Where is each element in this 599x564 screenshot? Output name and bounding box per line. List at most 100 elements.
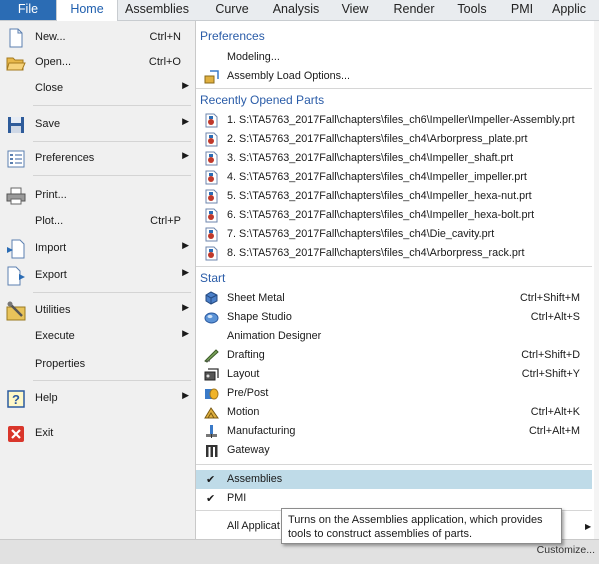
menu-item-execute[interactable]: Execute ▶	[0, 325, 195, 349]
menu-item-label: Save	[35, 118, 61, 130]
help-icon: ?	[7, 390, 25, 408]
menu-item-label: Exit	[35, 427, 54, 439]
ribbon-tab-bar: File Home Assemblies Curve Analysis View…	[0, 0, 599, 21]
start-item-pre-post[interactable]: Pre/Post	[196, 384, 592, 403]
menu-item-close[interactable]: Close ▶	[0, 77, 195, 101]
recent-part-path: 1. S:\TA5763_2017Fall\chapters\files_ch6…	[227, 114, 575, 126]
submenu-arrow-icon: ▶	[182, 80, 189, 90]
part-file-icon	[205, 151, 218, 166]
menu-item-print[interactable]: Print...	[0, 184, 195, 208]
menu-item-label: New...	[35, 31, 66, 43]
menu-item-new[interactable]: New... Ctrl+N	[0, 26, 195, 50]
start-item-motion[interactable]: Motion Ctrl+Alt+K	[196, 403, 592, 422]
menu-separator	[33, 105, 191, 106]
start-item-sheet-metal[interactable]: Sheet Metal Ctrl+Shift+M	[196, 289, 592, 308]
start-item-shortcut: Ctrl+Alt+M	[529, 425, 580, 437]
start-item-shape-studio[interactable]: Shape Studio Ctrl+Alt+S	[196, 308, 592, 327]
menu-item-properties[interactable]: Properties	[0, 353, 195, 377]
menu-separator	[33, 292, 191, 293]
tab-pmi[interactable]: PMI	[505, 0, 539, 20]
recent-part-item[interactable]: 2. S:\TA5763_2017Fall\chapters\files_ch4…	[196, 130, 592, 149]
pre-post-icon	[205, 388, 219, 400]
app-item-assemblies[interactable]: ✔ Assemblies	[196, 470, 592, 489]
recent-part-item[interactable]: 3. S:\TA5763_2017Fall\chapters\files_ch4…	[196, 149, 592, 168]
menu-item-import[interactable]: Import ▶	[0, 237, 195, 261]
menu-item-label: Plot...	[35, 215, 64, 227]
app-item-label: All Applicat	[227, 520, 280, 532]
start-item-label: Sheet Metal	[227, 292, 285, 304]
part-file-icon	[205, 246, 218, 261]
import-icon	[7, 239, 25, 259]
file-menu-right-pane: Preferences Modeling... Assembly Load Op…	[196, 21, 599, 539]
recent-part-item[interactable]: 4. S:\TA5763_2017Fall\chapters\files_ch4…	[196, 168, 592, 187]
menu-item-label: Utilities	[35, 304, 71, 316]
recent-part-path: 3. S:\TA5763_2017Fall\chapters\files_ch4…	[227, 152, 514, 164]
section-divider	[196, 266, 592, 267]
recent-part-path: 7. S:\TA5763_2017Fall\chapters\files_ch4…	[227, 228, 495, 240]
tab-render[interactable]: Render	[385, 0, 443, 20]
menu-item-label: Help	[35, 392, 58, 404]
recent-part-item[interactable]: 6. S:\TA5763_2017Fall\chapters\files_ch4…	[196, 206, 592, 225]
svg-text:?: ?	[12, 392, 20, 407]
start-item-layout[interactable]: Layout Ctrl+Shift+Y	[196, 365, 592, 384]
open-folder-icon	[6, 57, 26, 71]
tab-assemblies[interactable]: Assemblies	[118, 0, 196, 20]
start-item-label: Manufacturing	[227, 425, 296, 437]
tab-file[interactable]: File	[0, 0, 56, 20]
tab-home[interactable]: Home	[56, 0, 118, 21]
drafting-icon	[204, 349, 219, 363]
submenu-arrow-icon: ▶	[182, 267, 189, 277]
menu-item-shortcut: Ctrl+N	[149, 31, 181, 43]
tooltip: Turns on the Assemblies application, whi…	[281, 508, 562, 544]
menu-item-export[interactable]: Export ▶	[0, 264, 195, 288]
section-heading-recent-parts: Recently Opened Parts	[200, 93, 325, 107]
start-item-shortcut: Ctrl+Shift+Y	[521, 368, 580, 380]
pref-item-assembly-load-options[interactable]: Assembly Load Options...	[196, 67, 592, 86]
tab-applications[interactable]: Applic	[552, 0, 599, 20]
part-file-icon	[205, 227, 218, 242]
section-divider	[196, 88, 592, 89]
start-item-shortcut: Ctrl+Alt+S	[530, 311, 580, 323]
part-file-icon	[205, 132, 218, 147]
tab-analysis[interactable]: Analysis	[264, 0, 328, 20]
tab-curve[interactable]: Curve	[204, 0, 260, 20]
pref-item-modeling[interactable]: Modeling...	[196, 48, 592, 67]
menu-item-save[interactable]: Save ▶	[0, 113, 195, 137]
recent-part-path: 4. S:\TA5763_2017Fall\chapters\files_ch4…	[227, 171, 527, 183]
recent-part-item[interactable]: 7. S:\TA5763_2017Fall\chapters\files_ch4…	[196, 225, 592, 244]
start-item-shortcut: Ctrl+Shift+D	[521, 349, 580, 361]
tooltip-line: tools to construct assemblies of parts.	[288, 528, 473, 540]
preferences-icon	[7, 150, 25, 168]
tab-view[interactable]: View	[333, 0, 377, 20]
vertical-scrollbar[interactable]	[594, 21, 599, 539]
start-item-gateway[interactable]: Gateway	[196, 441, 592, 460]
menu-item-label: Import	[35, 242, 67, 254]
menu-item-utilities[interactable]: Utilities ▶	[0, 299, 195, 323]
start-item-animation-designer[interactable]: Animation Designer	[196, 327, 592, 346]
part-file-icon	[205, 113, 218, 128]
layout-icon	[204, 368, 219, 381]
menu-item-exit[interactable]: Exit	[0, 422, 195, 446]
menu-item-label: Export	[35, 269, 67, 281]
menu-item-open[interactable]: Open... Ctrl+O	[0, 51, 195, 75]
tab-tools[interactable]: Tools	[450, 0, 494, 20]
part-file-icon	[205, 189, 218, 204]
app-item-pmi[interactable]: ✔ PMI	[196, 489, 592, 508]
app-item-label: Assemblies	[227, 473, 283, 485]
recent-part-item[interactable]: 1. S:\TA5763_2017Fall\chapters\files_ch6…	[196, 111, 592, 130]
start-item-manufacturing[interactable]: Manufacturing Ctrl+Alt+M	[196, 422, 592, 441]
checkmark-icon: ✔	[206, 474, 216, 486]
customize-button[interactable]: Customize...	[537, 544, 595, 556]
file-menu-left-pane: New... Ctrl+N Open... Ctrl+O Close ▶ Sav…	[0, 21, 196, 539]
section-heading-preferences: Preferences	[200, 29, 265, 43]
pref-item-label: Assembly Load Options...	[227, 70, 351, 82]
menu-item-plot[interactable]: Plot... Ctrl+P	[0, 210, 195, 234]
menu-item-preferences[interactable]: Preferences ▶	[0, 147, 195, 171]
start-item-drafting[interactable]: Drafting Ctrl+Shift+D	[196, 346, 592, 365]
recent-part-item[interactable]: 5. S:\TA5763_2017Fall\chapters\files_ch4…	[196, 187, 592, 206]
recent-part-item[interactable]: 8. S:\TA5763_2017Fall\chapters\files_ch4…	[196, 244, 592, 263]
gateway-icon	[206, 445, 218, 457]
menu-item-label: Open...	[35, 56, 72, 68]
menu-item-help[interactable]: ? Help ▶	[0, 387, 195, 411]
submenu-arrow-icon: ▶	[585, 522, 592, 531]
